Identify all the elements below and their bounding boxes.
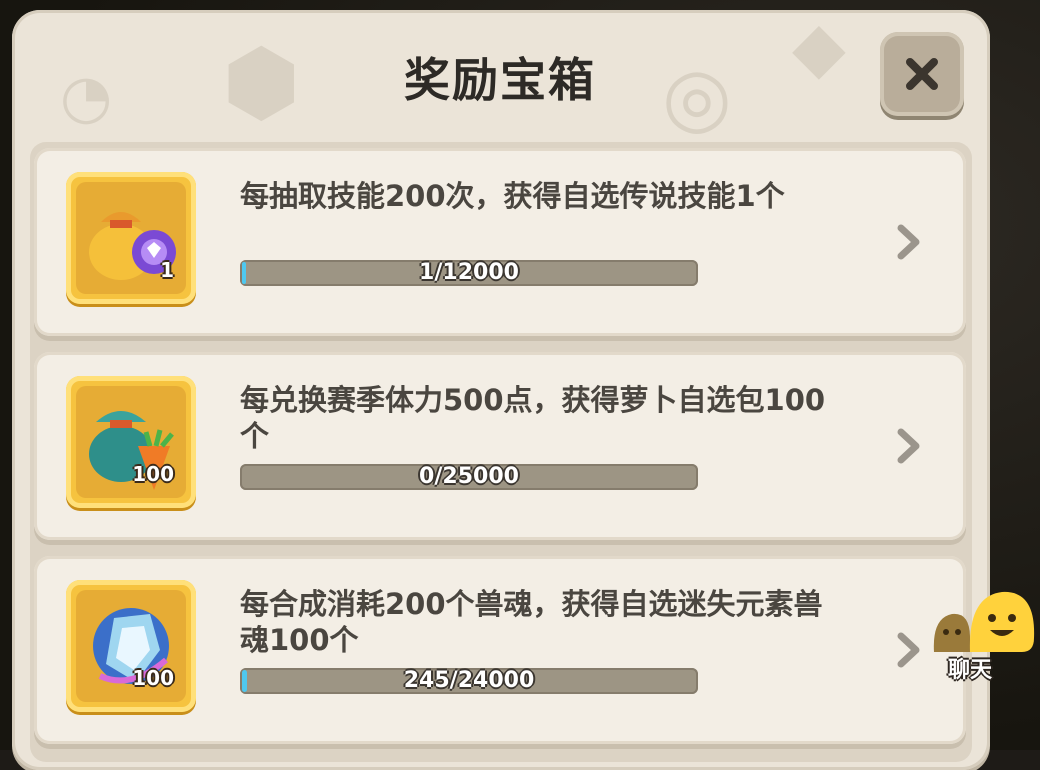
reward-icon-frame: 100 <box>66 376 196 508</box>
reward-icon-frame: 1 <box>66 172 196 304</box>
reward-description: 每兑换赛季体力500点，获得萝卜自选包100个 <box>240 383 826 453</box>
chevron-right-icon[interactable] <box>894 424 924 468</box>
reward-card[interactable]: 100 每合成消耗200个兽魂，获得自选迷失元素兽魂100个 245/24000 <box>34 556 966 744</box>
progress-text: 0/25000 <box>419 464 519 489</box>
reward-quantity: 100 <box>132 666 174 690</box>
chat-blob-icon <box>933 591 1035 652</box>
reward-card[interactable]: 1 每抽取技能200次，获得自选传说技能1个 1/12000 <box>34 148 966 336</box>
reward-description: 每合成消耗200个兽魂，获得自选迷失元素兽魂100个 <box>240 587 823 657</box>
chat-button[interactable]: 聊天 <box>930 588 1038 688</box>
reward-quantity: 1 <box>160 258 174 282</box>
close-icon <box>906 58 938 90</box>
reward-progress-bar: 1/12000 <box>240 260 698 286</box>
chat-label: 聊天 <box>948 658 993 683</box>
page-title: 奖励宝箱 <box>404 53 596 107</box>
reward-card[interactable]: 100 每兑换赛季体力500点，获得萝卜自选包100个 0/25000 <box>34 352 966 540</box>
reward-icon-frame: 100 <box>66 580 196 712</box>
chevron-right-icon[interactable] <box>894 628 924 672</box>
close-button[interactable] <box>880 32 964 116</box>
reward-progress-bar: 0/25000 <box>240 464 698 490</box>
progress-text: 1/12000 <box>419 260 519 285</box>
chevron-right-icon[interactable] <box>894 220 924 264</box>
reward-quantity: 100 <box>132 462 174 486</box>
progress-text: 245/24000 <box>403 668 535 693</box>
reward-description: 每抽取技能200次，获得自选传说技能1个 <box>240 179 785 213</box>
reward-progress-bar: 245/24000 <box>240 668 698 694</box>
